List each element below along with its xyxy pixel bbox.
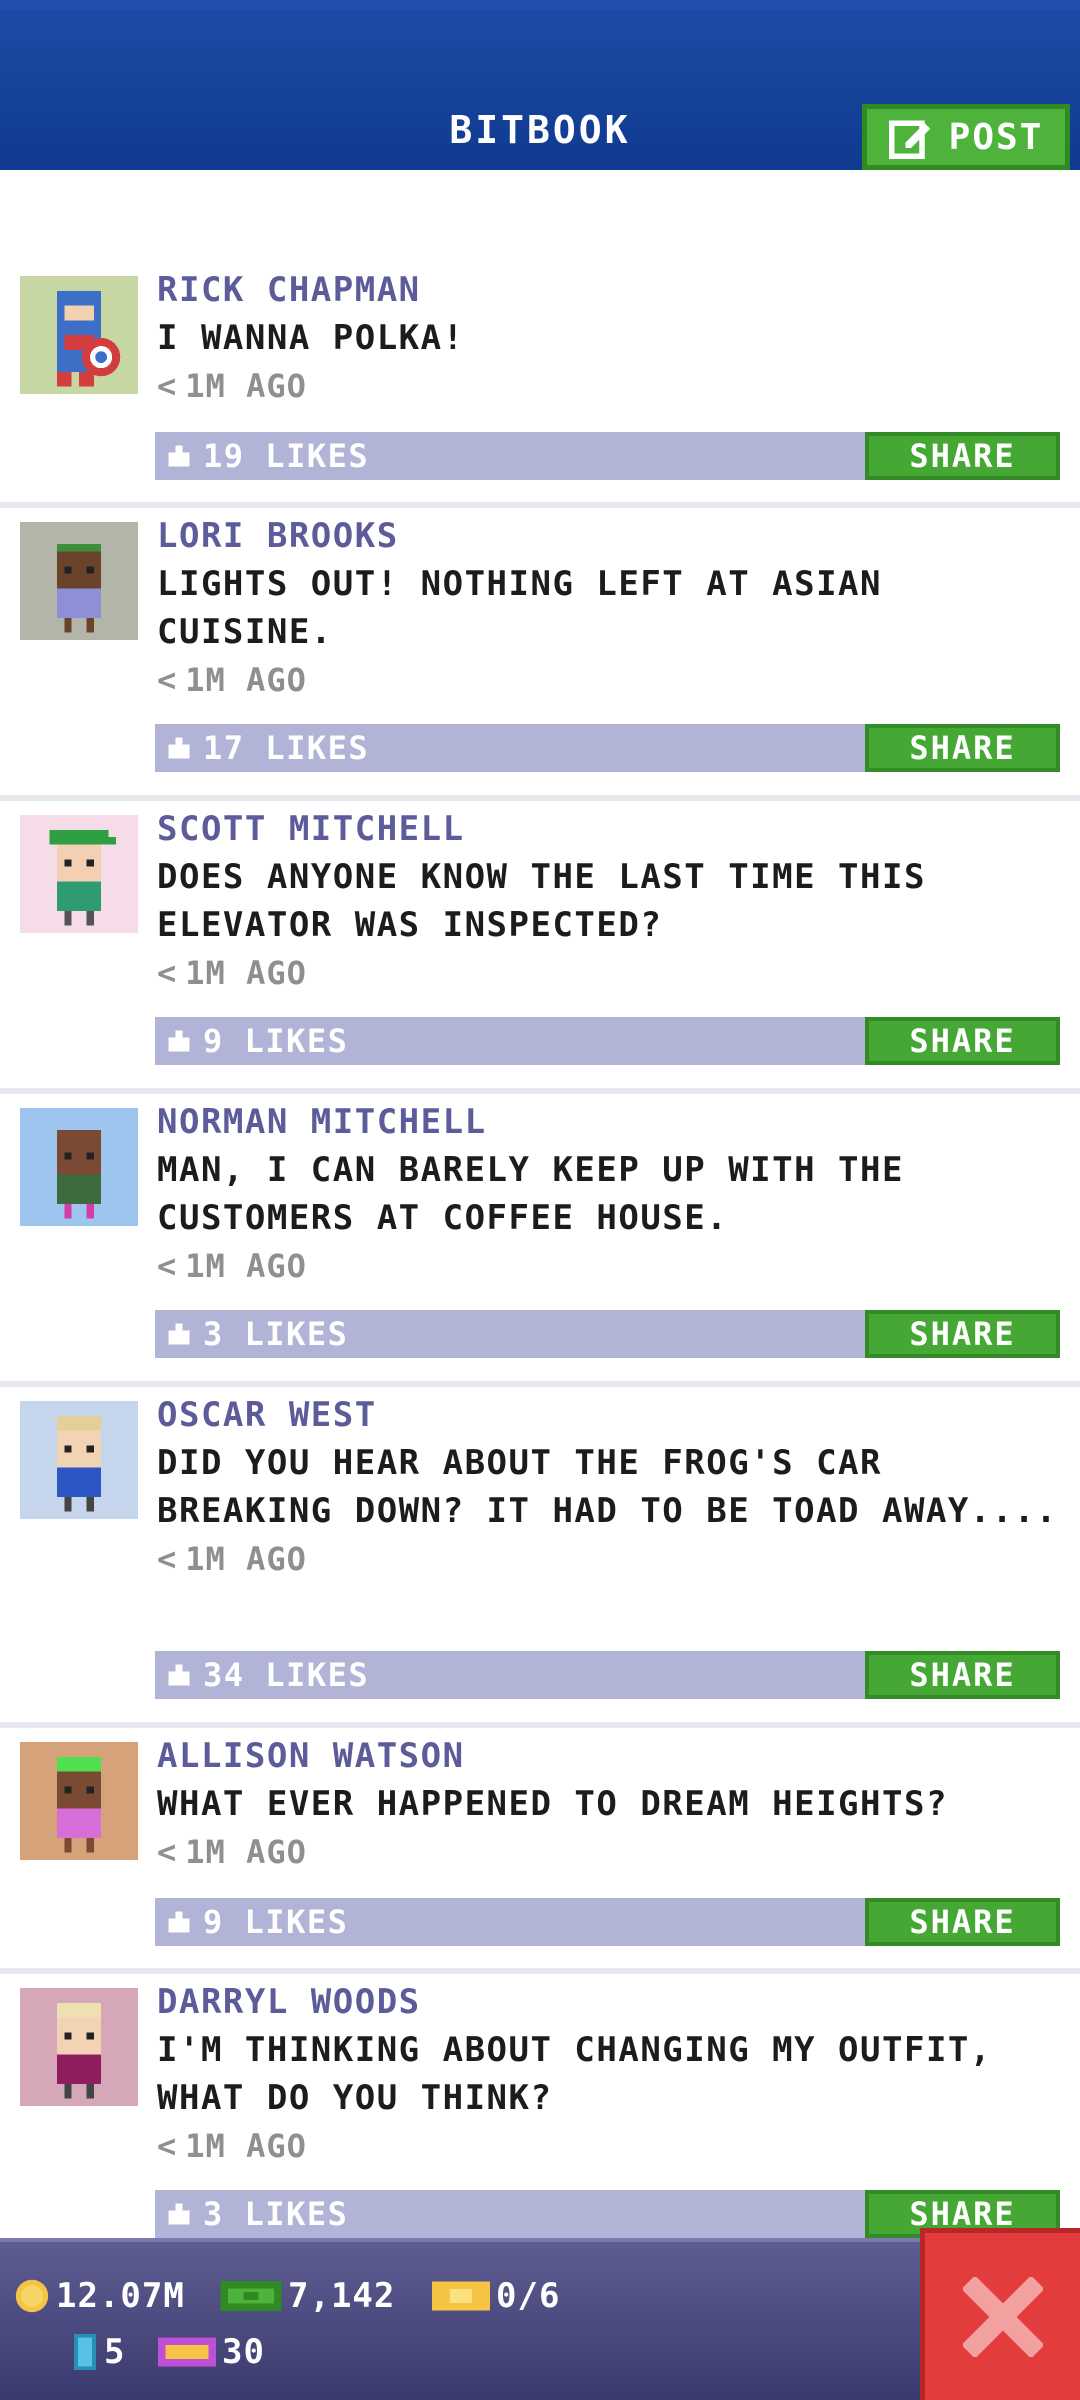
like-bar: 3 LIKES SHARE bbox=[155, 1310, 1060, 1358]
post-time: <1M AGO bbox=[157, 656, 1060, 704]
avatar[interactable] bbox=[20, 1401, 138, 1519]
post-button[interactable]: POST bbox=[862, 104, 1070, 170]
likes-count: 17 LIKES bbox=[203, 729, 370, 767]
ticket-icon bbox=[432, 2281, 490, 2311]
time-caret-icon: < bbox=[157, 661, 178, 699]
feed-post: ALLISON WATSON WHAT EVER HAPPENED TO DRE… bbox=[0, 1728, 1080, 1968]
feed-post: NORMAN MITCHELL MAN, I CAN BARELY KEEP U… bbox=[0, 1094, 1080, 1381]
post-time: <1M AGO bbox=[157, 1828, 1060, 1876]
feed-post: OSCAR WEST DID YOU HEAR ABOUT THE FROG'S… bbox=[0, 1387, 1080, 1722]
post-time: <1M AGO bbox=[157, 362, 1060, 410]
feed-post: DARRYL WOODS I'M THINKING ABOUT CHANGING… bbox=[0, 1974, 1080, 2261]
post-author[interactable]: ALLISON WATSON bbox=[157, 1732, 1060, 1780]
likes-count: 19 LIKES bbox=[203, 437, 370, 475]
time-caret-icon: < bbox=[157, 1247, 178, 1285]
like-bar: 34 LIKES SHARE bbox=[155, 1651, 1060, 1699]
thumbs-up-icon[interactable] bbox=[165, 1320, 193, 1348]
like-bar: 17 LIKES SHARE bbox=[155, 724, 1060, 772]
cash-icon bbox=[220, 2280, 282, 2312]
thumbs-up-icon[interactable] bbox=[165, 1027, 193, 1055]
likes-count: 9 LIKES bbox=[203, 1903, 349, 1941]
share-button[interactable]: SHARE bbox=[865, 1651, 1060, 1699]
post-author[interactable]: SCOTT MITCHELL bbox=[157, 805, 1060, 853]
share-button[interactable]: SHARE bbox=[865, 724, 1060, 772]
time-caret-icon: < bbox=[157, 1833, 178, 1871]
post-time: <1M AGO bbox=[157, 949, 1060, 997]
post-author[interactable]: RICK CHAPMAN bbox=[157, 266, 1060, 314]
time-caret-icon: < bbox=[157, 954, 178, 992]
post-author[interactable]: NORMAN MITCHELL bbox=[157, 1098, 1060, 1146]
post-text: WHAT EVER HAPPENED TO DREAM HEIGHTS? bbox=[157, 1784, 948, 1824]
post-time: <1M AGO bbox=[157, 1242, 1060, 1290]
edit-icon bbox=[888, 120, 930, 159]
feed-post: LORI BROOKS LIGHTS OUT! NOTHING LEFT AT … bbox=[0, 508, 1080, 795]
elevator-stat: 5 bbox=[72, 2332, 125, 2372]
share-button[interactable]: SHARE bbox=[865, 1310, 1060, 1358]
feed-post: SCOTT MITCHELL DOES ANYONE KNOW THE LAST… bbox=[0, 801, 1080, 1088]
share-button[interactable]: SHARE bbox=[865, 432, 1060, 480]
post-author[interactable]: OSCAR WEST bbox=[157, 1391, 1060, 1439]
avatar[interactable] bbox=[20, 276, 138, 394]
close-button[interactable] bbox=[920, 2228, 1080, 2400]
time-caret-icon: < bbox=[157, 1540, 178, 1578]
post-text: LIGHTS OUT! NOTHING LEFT AT ASIAN CUISIN… bbox=[157, 564, 883, 652]
close-icon bbox=[962, 2276, 1043, 2357]
coin-icon bbox=[15, 2279, 49, 2313]
like-bar: 9 LIKES SHARE bbox=[155, 1898, 1060, 1946]
post-author[interactable]: DARRYL WOODS bbox=[157, 1978, 1060, 2026]
coins-stat: 12.07M bbox=[14, 2276, 185, 2316]
post-author[interactable]: LORI BROOKS bbox=[157, 512, 1060, 560]
like-bar: 9 LIKES SHARE bbox=[155, 1017, 1060, 1065]
share-button[interactable]: SHARE bbox=[865, 1017, 1060, 1065]
vip-stat: 30 bbox=[158, 2332, 265, 2372]
thumbs-up-icon[interactable] bbox=[165, 1908, 193, 1936]
avatar[interactable] bbox=[20, 1988, 138, 2106]
share-button[interactable]: SHARE bbox=[865, 1898, 1060, 1946]
feed-post: RICK CHAPMAN I WANNA POLKA! <1M AGO 19 L… bbox=[0, 262, 1080, 502]
avatar[interactable] bbox=[20, 1742, 138, 1860]
avatar[interactable] bbox=[20, 815, 138, 933]
thumbs-up-icon[interactable] bbox=[165, 2200, 193, 2228]
elevator-icon bbox=[74, 2334, 96, 2370]
tickets-stat: 0/6 bbox=[432, 2276, 560, 2316]
thumbs-up-icon[interactable] bbox=[165, 734, 193, 762]
vip-icon bbox=[158, 2337, 216, 2367]
likes-count: 9 LIKES bbox=[203, 1022, 349, 1060]
like-bar: 19 LIKES SHARE bbox=[155, 432, 1060, 480]
post-text: MAN, I CAN BARELY KEEP UP WITH THE CUSTO… bbox=[157, 1150, 904, 1238]
thumbs-up-icon[interactable] bbox=[165, 1661, 193, 1689]
post-text: DID YOU HEAR ABOUT THE FROG'S CAR BREAKI… bbox=[157, 1443, 1058, 1531]
feed-list[interactable]: RICK CHAPMAN I WANNA POLKA! <1M AGO 19 L… bbox=[0, 262, 1080, 2261]
likes-count: 34 LIKES bbox=[203, 1656, 370, 1694]
likes-count: 3 LIKES bbox=[203, 1315, 349, 1353]
post-text: I WANNA POLKA! bbox=[157, 318, 465, 358]
avatar[interactable] bbox=[20, 522, 138, 640]
bux-stat: 7,142 bbox=[220, 2276, 395, 2316]
likes-count: 3 LIKES bbox=[203, 2195, 349, 2233]
thumbs-up-icon[interactable] bbox=[165, 442, 193, 470]
post-text: I'M THINKING ABOUT CHANGING MY OUTFIT, W… bbox=[157, 2030, 992, 2118]
time-caret-icon: < bbox=[157, 367, 178, 405]
time-caret-icon: < bbox=[157, 2127, 178, 2165]
post-label: POST bbox=[948, 116, 1044, 158]
resource-bar: 12.07M 7,142 0/6 5 30 bbox=[0, 2238, 1080, 2400]
app-header: BITBOOK POST bbox=[0, 0, 1080, 170]
avatar[interactable] bbox=[20, 1108, 138, 1226]
post-time: <1M AGO bbox=[157, 1535, 1060, 1583]
post-time: <1M AGO bbox=[157, 2122, 1060, 2170]
post-text: DOES ANYONE KNOW THE LAST TIME THIS ELEV… bbox=[157, 857, 926, 945]
